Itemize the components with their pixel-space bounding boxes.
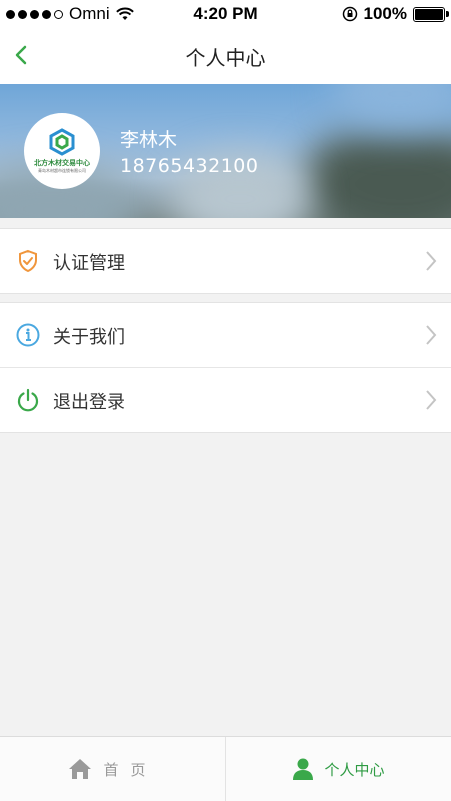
user-name: 李林木 xyxy=(120,129,178,151)
user-icon xyxy=(293,758,314,780)
status-right: 100% xyxy=(342,4,449,24)
chevron-right-icon xyxy=(426,251,437,271)
menu-item-about[interactable]: 关于我们 xyxy=(0,303,451,367)
tab-me[interactable]: 个人中心 xyxy=(225,737,451,801)
battery-percent: 100% xyxy=(363,4,407,23)
menu-item-label: 关于我们 xyxy=(53,327,125,348)
chevron-right-icon xyxy=(426,325,437,345)
page-title: 个人中心 xyxy=(185,46,266,70)
avatar[interactable]: 北方木材交易中心 青岛木材超市连锁有限公司 xyxy=(24,113,100,189)
user-phone: 18765432100 xyxy=(120,155,259,177)
menu-group-general: 关于我们 退出登录 xyxy=(0,302,451,433)
shield-check-icon xyxy=(19,249,37,273)
menu-item-logout[interactable]: 退出登录 xyxy=(0,367,451,432)
tab-bar: 首页 个人中心 xyxy=(0,736,451,801)
battery-fill xyxy=(415,8,443,20)
logo-subtitle: 青岛木材超市连锁有限公司 xyxy=(38,168,86,173)
menu-item-label: 退出登录 xyxy=(53,392,125,413)
back-chevron-icon[interactable] xyxy=(8,40,38,70)
logo-name: 北方木材交易中心 xyxy=(34,159,90,167)
home-icon xyxy=(69,759,92,779)
rotation-lock-icon xyxy=(342,6,357,22)
info-icon xyxy=(16,323,40,347)
status-bar: Omni 4:20 PM 100% xyxy=(0,0,451,28)
menu-group-auth: 认证管理 xyxy=(0,228,451,294)
menu-item-auth[interactable]: 认证管理 xyxy=(0,229,451,293)
profile-header: 北方木材交易中心 青岛木材超市连锁有限公司 xyxy=(0,84,451,218)
tab-home[interactable]: 首页 xyxy=(0,737,225,801)
menu-item-label: 认证管理 xyxy=(53,253,125,274)
chevron-right-icon xyxy=(426,390,437,410)
company-logo-icon xyxy=(49,128,75,156)
tab-home-label: 首页 xyxy=(103,760,158,779)
battery-icon xyxy=(413,6,449,22)
tab-me-label: 个人中心 xyxy=(324,760,385,779)
power-icon xyxy=(17,388,39,412)
nav-bar: 个人中心 xyxy=(0,28,451,84)
